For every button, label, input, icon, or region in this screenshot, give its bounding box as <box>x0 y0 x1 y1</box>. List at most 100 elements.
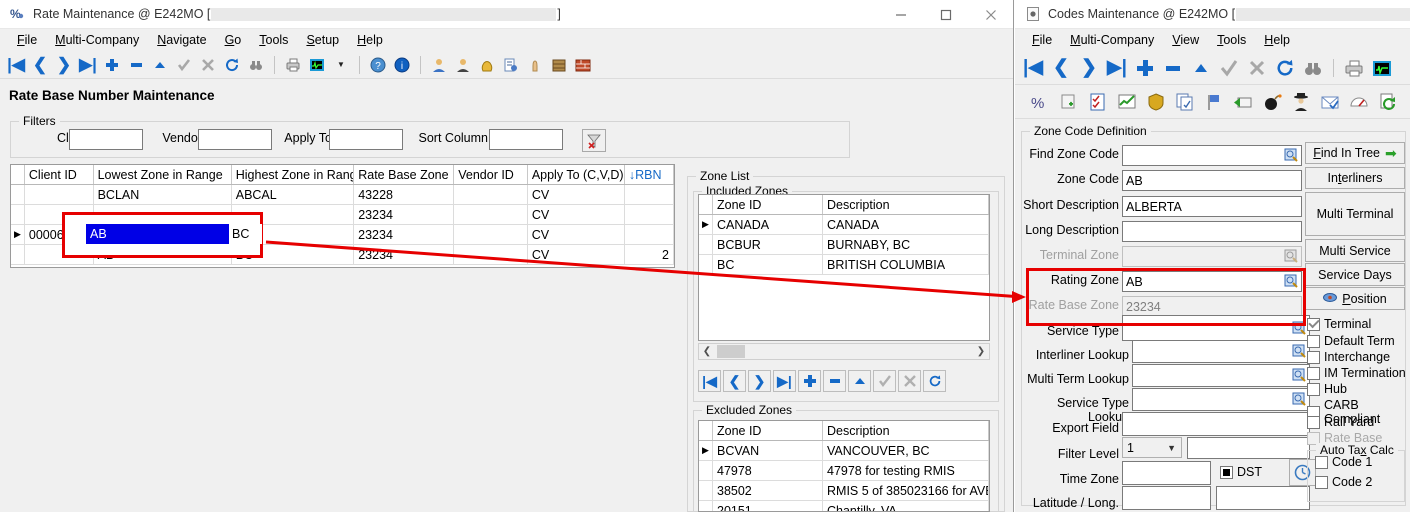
col-rate-base-zone[interactable]: Rate Base Zone <box>354 165 454 184</box>
bomb-icon[interactable] <box>1258 89 1285 115</box>
document-user-icon[interactable] <box>500 54 522 76</box>
mail-check-icon[interactable] <box>1316 89 1343 115</box>
page-add-icon[interactable] <box>1055 89 1082 115</box>
maximize-icon[interactable] <box>923 0 968 29</box>
service-type-input[interactable] <box>1122 315 1310 341</box>
multi-service-button[interactable]: Multi Service <box>1305 239 1405 262</box>
menu-tools[interactable]: Tools <box>1208 31 1255 49</box>
cell-vendor-id[interactable] <box>454 225 528 244</box>
first-record-icon[interactable]: |◀ <box>1020 55 1046 81</box>
spy-icon[interactable] <box>1287 89 1314 115</box>
find-zone-code-input[interactable] <box>1122 145 1302 166</box>
refresh-icon[interactable] <box>1272 55 1298 81</box>
table-row[interactable]: 23234 CV <box>11 205 674 225</box>
cell-rbn[interactable] <box>625 205 674 224</box>
minimize-icon[interactable] <box>878 0 923 29</box>
lookup-icon[interactable] <box>1284 148 1299 163</box>
cell-zone-id[interactable]: BCBUR <box>713 235 823 254</box>
hub-checkbox[interactable]: Hub <box>1307 382 1347 396</box>
delete-icon[interactable] <box>823 370 846 392</box>
cell-rate-base-zone[interactable]: 43228 <box>354 185 454 204</box>
cell-description[interactable]: 47978 for testing RMIS <box>823 461 989 480</box>
auto-tax-code2-checkbox[interactable]: Code 2 <box>1315 475 1372 489</box>
export-field-input[interactable] <box>1122 412 1310 436</box>
menu-setup[interactable]: Setup <box>297 31 348 49</box>
money-bag-icon[interactable] <box>476 54 498 76</box>
cell-zone-id[interactable]: CANADA <box>713 215 823 234</box>
cell-highest-zone[interactable]: BC <box>232 245 355 264</box>
accept-icon[interactable] <box>1216 55 1242 81</box>
col-apply-to[interactable]: Apply To (C,V,D) <box>528 165 625 184</box>
cell-rate-base-zone[interactable]: 23234 <box>354 225 454 244</box>
cell-client-id[interactable] <box>25 245 94 264</box>
shield-icon[interactable] <box>1142 89 1169 115</box>
monitor-icon[interactable] <box>306 54 328 76</box>
table-row[interactable]: BCLAN ABCAL 43228 CV <box>11 185 674 205</box>
cell-zone-id[interactable]: 38502 <box>713 481 823 500</box>
interliner-lookup-input[interactable] <box>1132 340 1310 363</box>
brick-wall-icon[interactable] <box>572 54 594 76</box>
multi-terminal-button[interactable]: Multi Terminal <box>1305 192 1405 236</box>
filter-sort-column-input[interactable] <box>489 129 563 150</box>
previous-record-icon[interactable]: ❮ <box>1048 55 1074 81</box>
menu-go[interactable]: Go <box>216 31 251 49</box>
filter-apply-to-input[interactable] <box>329 129 403 150</box>
col-zone-id[interactable]: Zone ID <box>713 195 823 214</box>
zone-code-input[interactable]: AB <box>1122 170 1302 191</box>
help-icon[interactable]: ? <box>367 54 389 76</box>
next-record-icon[interactable]: ❯ <box>1076 55 1102 81</box>
scroll-thumb[interactable] <box>717 345 745 358</box>
menu-file[interactable]: FFileile <box>8 31 46 49</box>
up-icon[interactable] <box>149 54 171 76</box>
first-record-icon[interactable]: |◀ <box>698 370 721 392</box>
cell-apply-to[interactable]: CV <box>528 245 625 264</box>
filter-level-select[interactable]: 1 ▼ <box>1122 437 1182 458</box>
cell-description[interactable]: RMIS 5 of 385023166 for AVEEXP <box>823 481 989 500</box>
list-item[interactable]: BC BRITISH COLUMBIA <box>699 255 989 275</box>
service-days-button[interactable]: Service Days <box>1305 263 1405 286</box>
auto-tax-code1-checkbox-box[interactable] <box>1315 456 1328 469</box>
col-lowest-zone[interactable]: Lowest Zone in Range <box>94 165 232 184</box>
lookup-icon[interactable] <box>1284 274 1299 289</box>
user-blue-icon[interactable] <box>428 54 450 76</box>
interchange-checkbox[interactable]: Interchange <box>1307 350 1390 364</box>
time-zone-input[interactable] <box>1122 461 1211 485</box>
last-record-icon[interactable]: ▶| <box>773 370 796 392</box>
long-description-input[interactable] <box>1122 221 1302 242</box>
scroll-left-icon[interactable]: ❮ <box>699 346 715 357</box>
accept-icon[interactable] <box>873 370 896 392</box>
cell-lowest-zone[interactable]: BCLAN <box>94 185 232 204</box>
user-black-icon[interactable] <box>452 54 474 76</box>
interchange-checkbox-box[interactable] <box>1307 351 1320 364</box>
next-record-icon[interactable]: ❯ <box>53 54 75 76</box>
cell-description[interactable]: CANADA <box>823 215 989 234</box>
menu-view[interactable]: View <box>1163 31 1208 49</box>
cell-vendor-id[interactable] <box>454 245 528 264</box>
filter-level-extra-input[interactable] <box>1187 437 1310 459</box>
menu-file[interactable]: File <box>1023 31 1061 49</box>
cell-lowest-zone[interactable] <box>94 205 232 224</box>
list-item[interactable]: BCBUR BURNABY, BC <box>699 235 989 255</box>
list-item[interactable]: 38502 RMIS 5 of 385023166 for AVEEXP <box>699 481 989 501</box>
cell-client-id[interactable] <box>25 205 94 224</box>
last-record-icon[interactable]: ▶| <box>77 54 99 76</box>
short-description-input[interactable]: ALBERTA <box>1122 196 1302 217</box>
im-termination-checkbox[interactable]: IM Termination <box>1307 366 1406 380</box>
menu-help[interactable]: Help <box>348 31 392 49</box>
cell-description[interactable]: BURNABY, BC <box>823 235 989 254</box>
lookup-icon[interactable] <box>1292 392 1307 407</box>
delete-icon[interactable] <box>125 54 147 76</box>
lookup-icon[interactable] <box>1292 368 1307 383</box>
cell-apply-to[interactable]: CV <box>528 225 625 244</box>
chevron-down-icon[interactable]: ▼ <box>1167 443 1176 453</box>
binoculars-icon[interactable] <box>245 54 267 76</box>
add-icon[interactable] <box>798 370 821 392</box>
card-out-icon[interactable] <box>1229 89 1256 115</box>
add-icon[interactable] <box>101 54 123 76</box>
auto-tax-code1-checkbox[interactable]: Code 1 <box>1315 455 1372 469</box>
gauge-icon[interactable] <box>1345 89 1372 115</box>
filter-vendor-input[interactable] <box>198 129 272 150</box>
col-rbn[interactable]: ↓RBN <box>625 165 674 184</box>
refresh-icon[interactable] <box>923 370 946 392</box>
included-zones-grid[interactable]: Zone ID Description ▶ CANADA CANADA BCBU… <box>698 194 990 341</box>
